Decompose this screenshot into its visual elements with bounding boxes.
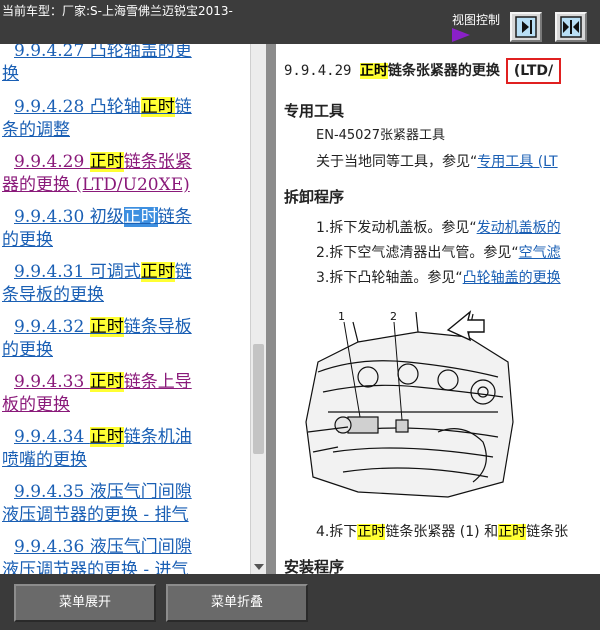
- toc-item-9-9-4-33[interactable]: 9.9.4.33 正时链条上导 板的更换: [0, 371, 250, 417]
- scroll-down-arrow-icon[interactable]: [254, 564, 264, 570]
- bottom-bar: 菜单展开 菜单折叠: [0, 574, 600, 630]
- removal-heading: 拆卸程序: [284, 188, 345, 206]
- callout-1: 1: [338, 310, 345, 323]
- top-bar: 当前车型：厂家:S-上海雪佛兰迈锐宝2013- 视图控制: [0, 0, 600, 44]
- tool-line: EN-45027张紧器工具: [316, 128, 445, 143]
- toc-scrollbar-thumb[interactable]: [253, 344, 264, 454]
- toc-item-9-9-4-31[interactable]: 9.9.4.31 可调式正时链 条导板的更换: [0, 261, 250, 307]
- page-title: 9.9.4.29 正时链条张紧器的更换 (LTD/: [284, 58, 562, 84]
- view-control-label: 视图控制: [452, 13, 501, 27]
- removal-step-2: 2.拆下空气滤清器出气管。参见“空气滤: [316, 245, 561, 261]
- toc-item-9-9-4-36[interactable]: 9.9.4.36 液压气门间隙 液压调节器的更换 - 进气: [0, 536, 250, 574]
- tool-reference: 关于当地同等工具，参见“专用工具 (LT: [316, 154, 558, 170]
- removal-step-4: 4.拆下正时链条张紧器 (1) 和正时链条张: [316, 524, 569, 540]
- content-panel: 9.9.4.29 正时链条张紧器的更换 (LTD/ 专用工具 EN-45027张紧…: [276, 44, 600, 574]
- engine-code-box: (LTD/: [505, 58, 562, 84]
- toc-item-9-9-4-32[interactable]: 9.9.4.32 正时链条导板 的更换: [0, 316, 250, 362]
- toc-item-9-9-4-28[interactable]: 9.9.4.28 凸轮轴正时链 条的调整: [0, 96, 250, 142]
- toc-item-9-9-4-35[interactable]: 9.9.4.35 液压气门间隙 液压调节器的更换 - 排气: [0, 481, 250, 527]
- callout-2: 2: [390, 310, 397, 323]
- toc-item-9-9-4-30[interactable]: 9.9.4.30 初级正时链条 的更换: [0, 206, 250, 252]
- toc-panel: 9.9.4.27 凸轮轴盖的更 换 9.9.4.28 凸轮轴正时链 条的调整 9…: [0, 44, 250, 574]
- split-view-icon: [560, 16, 582, 38]
- toc-item-9-9-4-29[interactable]: 9.9.4.29 正时链条张紧 器的更换 (LTD/U20XE): [0, 151, 250, 197]
- panel-collapse-icon: [515, 16, 537, 38]
- panel-divider[interactable]: [266, 44, 276, 574]
- toc-scrollbar[interactable]: [250, 44, 266, 574]
- removal-step-1: 1.拆下发动机盖板。参见“发动机盖板的: [316, 220, 561, 236]
- toc-item-9-9-4-27[interactable]: 9.9.4.27 凸轮轴盖的更 换: [0, 44, 250, 86]
- collapse-menu-button[interactable]: 菜单折叠: [166, 584, 308, 622]
- removal-step-3: 3.拆下凸轮轴盖。参见“凸轮轴盖的更换: [316, 270, 561, 286]
- timing-chain-tensioner-diagram: 1 2: [298, 302, 518, 502]
- engine-cover-link[interactable]: 发动机盖板的: [477, 220, 561, 236]
- expand-menu-button[interactable]: 菜单展开: [14, 584, 156, 622]
- air-filter-link[interactable]: 空气滤: [519, 245, 561, 261]
- camshaft-cover-link[interactable]: 凸轮轴盖的更换: [463, 270, 561, 286]
- collapse-left-panel-button[interactable]: [510, 12, 542, 42]
- toc-item-9-9-4-34[interactable]: 9.9.4.34 正时链条机油 喷嘴的更换: [0, 426, 250, 472]
- current-car-model: 当前车型：厂家:S-上海雪佛兰迈锐宝2013-: [2, 4, 233, 18]
- split-view-button[interactable]: [555, 12, 587, 42]
- install-heading: 安装程序: [284, 558, 345, 574]
- view-control-arrow-icon: [452, 28, 470, 42]
- special-tools-heading: 专用工具: [284, 102, 345, 120]
- special-tools-link[interactable]: 专用工具 (LT: [477, 154, 557, 170]
